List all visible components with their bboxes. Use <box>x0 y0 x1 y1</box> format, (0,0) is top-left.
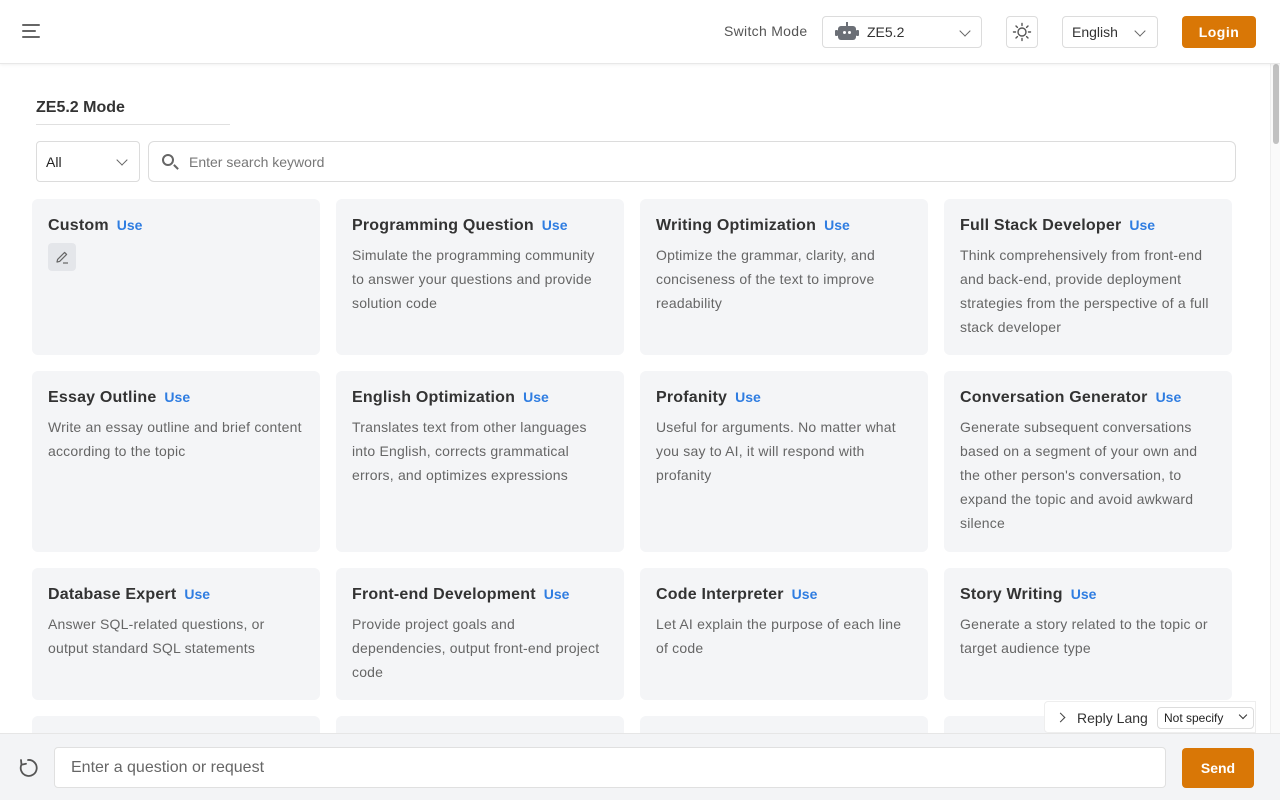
card-title: Essay Outline <box>48 389 157 406</box>
title-divider <box>36 124 230 125</box>
scrollbar-thumb[interactable] <box>1273 64 1279 144</box>
use-link[interactable]: Use <box>1129 217 1155 233</box>
card-title: Story Writing <box>960 586 1063 603</box>
reply-lang-label: Reply Lang <box>1077 710 1148 726</box>
card-title: Profanity <box>656 389 728 406</box>
use-link[interactable]: Use <box>792 586 818 602</box>
composer-bar: Send <box>0 733 1280 800</box>
use-link[interactable]: Use <box>164 389 190 405</box>
question-input[interactable] <box>54 747 1166 788</box>
refresh-icon <box>19 759 38 777</box>
card-title: English Optimization <box>352 389 516 406</box>
card-description: Provide project goals and dependencies, … <box>352 616 600 680</box>
refresh-button[interactable] <box>16 756 40 780</box>
card-title: Writing Optimization <box>656 217 817 234</box>
use-link[interactable]: Use <box>184 586 210 602</box>
prompt-card[interactable]: Programming Question Use Simulate the pr… <box>336 199 624 355</box>
use-link[interactable]: Use <box>824 217 850 233</box>
card-title: Programming Question <box>352 217 534 234</box>
reply-lang-select[interactable]: Not specify <box>1157 707 1254 729</box>
prompt-card[interactable]: Essay Outline Use Write an essay outline… <box>32 371 320 552</box>
prompt-card[interactable]: Full Stack Developer Use Think comprehen… <box>944 199 1232 355</box>
card-description: Optimize the grammar, clarity, and conci… <box>656 247 875 311</box>
chevron-down-icon <box>1238 710 1248 720</box>
language-value: English <box>1072 24 1118 40</box>
card-title: Conversation Generator <box>960 389 1148 406</box>
mode-value: ZE5.2 <box>867 24 905 40</box>
top-header: Switch Mode ZE5.2 English Login <box>0 0 1280 64</box>
card-description: Let AI explain the purpose of each line … <box>656 616 902 656</box>
card-title: Front-end Development <box>352 586 536 603</box>
chevron-down-icon <box>116 154 128 166</box>
prompt-card[interactable]: Database Expert Use Answer SQL-related q… <box>32 568 320 700</box>
prompt-card[interactable]: Conversation Generator Use Generate subs… <box>944 371 1232 552</box>
prompt-card[interactable]: Story Writing Use Generate a story relat… <box>944 568 1232 700</box>
use-link[interactable]: Use <box>1071 586 1097 602</box>
mode-select[interactable]: ZE5.2 <box>822 16 982 48</box>
card-description: Generate a story related to the topic or… <box>960 616 1208 656</box>
filter-value: All <box>46 153 62 170</box>
use-link[interactable]: Use <box>544 586 570 602</box>
sun-icon <box>1012 22 1032 42</box>
prompt-card[interactable]: Profanity Use Useful for arguments. No m… <box>640 371 928 552</box>
chevron-down-icon <box>959 25 971 37</box>
chevron-right-icon[interactable] <box>1055 712 1066 723</box>
prompt-card[interactable]: English Optimization Use Translates text… <box>336 371 624 552</box>
card-description: Simulate the programming community to an… <box>352 247 595 311</box>
use-link[interactable]: Use <box>542 217 568 233</box>
card-description: Write an essay outline and brief content… <box>48 419 302 459</box>
search-icon <box>161 153 179 171</box>
reply-language-panel: Reply Lang Not specify <box>1044 701 1256 733</box>
edit-icon[interactable] <box>48 243 76 271</box>
prompt-card[interactable]: Front-end Development Use Provide projec… <box>336 568 624 700</box>
card-description: Answer SQL-related questions, or output … <box>48 616 265 656</box>
page-scrollbar[interactable] <box>1270 64 1280 800</box>
use-link[interactable]: Use <box>735 389 761 405</box>
card-description: Translates text from other languages int… <box>352 419 587 483</box>
language-select[interactable]: English <box>1062 16 1158 48</box>
chevron-down-icon <box>1134 25 1146 37</box>
send-button[interactable]: Send <box>1182 748 1254 788</box>
card-title: Code Interpreter <box>656 586 784 603</box>
prompt-card[interactable]: Code Interpreter Use Let AI explain the … <box>640 568 928 700</box>
login-button[interactable]: Login <box>1182 16 1256 48</box>
theme-toggle-button[interactable] <box>1006 16 1038 48</box>
menu-icon[interactable] <box>20 22 44 42</box>
category-filter-select[interactable]: All <box>36 141 140 182</box>
card-description: Generate subsequent conversations based … <box>960 419 1198 531</box>
card-description: Think comprehensively from front-end and… <box>960 247 1209 335</box>
use-link[interactable]: Use <box>117 217 143 233</box>
search-input[interactable] <box>189 153 1189 170</box>
use-link[interactable]: Use <box>523 389 549 405</box>
robot-icon <box>835 22 859 42</box>
card-title: Custom <box>48 217 109 234</box>
search-box <box>148 141 1236 182</box>
use-link[interactable]: Use <box>1156 389 1182 405</box>
switch-mode-label: Switch Mode <box>724 23 808 39</box>
card-description: Useful for arguments. No matter what you… <box>656 419 896 483</box>
prompt-card[interactable]: Custom Use <box>32 199 320 355</box>
card-title: Database Expert <box>48 586 177 603</box>
card-title: Full Stack Developer <box>960 217 1122 234</box>
page-title: ZE5.2 Mode <box>36 99 125 116</box>
reply-lang-value: Not specify <box>1164 711 1224 725</box>
prompt-card[interactable]: Writing Optimization Use Optimize the gr… <box>640 199 928 355</box>
